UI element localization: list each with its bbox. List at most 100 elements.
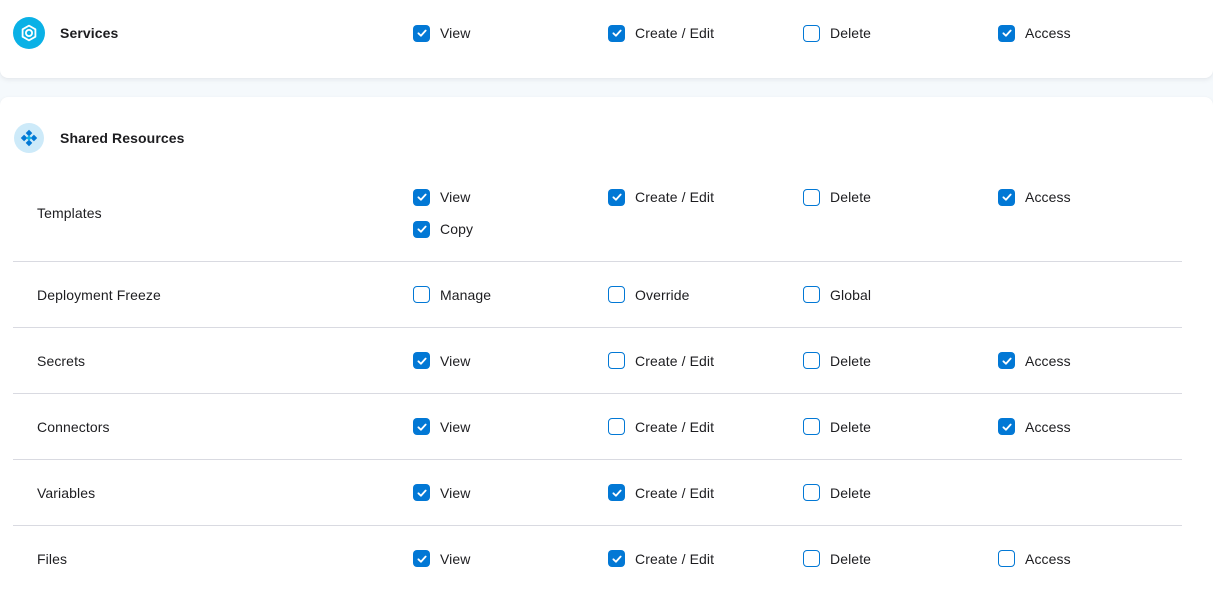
permission-global[interactable]: Global [803, 286, 871, 303]
permission-delete[interactable]: Delete [803, 189, 871, 206]
permission-view[interactable]: View [413, 189, 471, 206]
permission-label: Delete [830, 485, 871, 501]
checkbox-create-edit[interactable] [608, 418, 625, 435]
permission-label: Create / Edit [635, 25, 714, 41]
permission-label: View [440, 353, 471, 369]
permission-label: View [440, 189, 471, 205]
permission-label: Delete [830, 189, 871, 205]
permission-create-edit[interactable]: Create / Edit [608, 484, 714, 501]
checkbox-access[interactable] [998, 25, 1015, 42]
permission-create-edit[interactable]: Create / Edit [608, 189, 714, 206]
permission-create-edit[interactable]: Create / Edit [608, 352, 714, 369]
checkbox-manage[interactable] [413, 286, 430, 303]
shared-resources-icon [14, 123, 44, 153]
permission-line: View Create / Edit Delete Access [413, 181, 1193, 213]
checkbox-delete[interactable] [803, 189, 820, 206]
permission-delete[interactable]: Delete [803, 550, 871, 567]
permission-label: Access [1025, 419, 1071, 435]
checkbox-create-edit[interactable] [608, 25, 625, 42]
services-row-header: Services [13, 17, 413, 49]
checkbox-create-edit[interactable] [608, 550, 625, 567]
resource-row-label: Deployment Freeze [0, 287, 413, 303]
permission-label: Access [1025, 353, 1071, 369]
permission-delete[interactable]: Delete [803, 25, 871, 42]
resource-row-permissions: Manage Override Global [413, 279, 1193, 311]
shared-resources-title: Shared Resources [60, 130, 185, 146]
permission-line: Copy [413, 213, 1193, 245]
checkbox-delete[interactable] [803, 352, 820, 369]
checkbox-view[interactable] [413, 484, 430, 501]
permission-label: View [440, 25, 471, 41]
resource-row-templates: Templates View Create / Edit Delete Access Co… [0, 165, 1213, 261]
checkbox-access[interactable] [998, 352, 1015, 369]
checkbox-delete[interactable] [803, 550, 820, 567]
checkbox-view[interactable] [413, 189, 430, 206]
shared-resources-card: Shared Resources Templates View Create / E… [0, 97, 1213, 590]
checkbox-create-edit[interactable] [608, 352, 625, 369]
permission-access[interactable]: Access [998, 418, 1071, 435]
checkbox-view[interactable] [413, 550, 430, 567]
checkbox-view[interactable] [413, 25, 430, 42]
services-permissions: View Create / Edit Delete Access [413, 17, 1193, 49]
permission-access[interactable]: Access [998, 25, 1071, 42]
resource-row-deployment-freeze: Deployment Freeze Manage Override Global [0, 262, 1213, 327]
permission-create-edit[interactable]: Create / Edit [608, 418, 714, 435]
permission-line: View Create / Edit Delete Access [413, 345, 1193, 377]
checkbox-delete[interactable] [803, 418, 820, 435]
permission-create-edit[interactable]: Create / Edit [608, 550, 714, 567]
permission-view[interactable]: View [413, 352, 471, 369]
permission-manage[interactable]: Manage [413, 286, 491, 303]
permission-label: Create / Edit [635, 419, 714, 435]
resource-row-permissions: View Create / Edit Delete Access [413, 411, 1193, 443]
permission-view[interactable]: View [413, 550, 471, 567]
permission-label: Access [1025, 551, 1071, 567]
resource-row-label: Variables [0, 485, 413, 501]
permission-label: View [440, 551, 471, 567]
permission-view[interactable]: View [413, 418, 471, 435]
checkbox-access[interactable] [998, 550, 1015, 567]
checkbox-view[interactable] [413, 418, 430, 435]
checkbox-create-edit[interactable] [608, 189, 625, 206]
resource-row-permissions: View Create / Edit Delete Access [413, 345, 1193, 377]
checkbox-override[interactable] [608, 286, 625, 303]
checkbox-access[interactable] [998, 418, 1015, 435]
permission-label: View [440, 419, 471, 435]
resource-row-label: Secrets [0, 353, 413, 369]
resource-row-variables: VariablesView Create / Edit Delete [0, 460, 1213, 525]
services-card: Services View Create / Edit Delete Access [0, 0, 1213, 78]
permission-access[interactable]: Access [998, 189, 1071, 206]
permission-access[interactable]: Access [998, 550, 1071, 567]
permission-label: Manage [440, 287, 491, 303]
permission-label: Delete [830, 25, 871, 41]
permission-line: Manage Override Global [413, 279, 1193, 311]
permission-override[interactable]: Override [608, 286, 689, 303]
checkbox-delete[interactable] [803, 484, 820, 501]
resource-row-label: Connectors [0, 419, 413, 435]
permission-delete[interactable]: Delete [803, 418, 871, 435]
permission-delete[interactable]: Delete [803, 352, 871, 369]
checkbox-access[interactable] [998, 189, 1015, 206]
resource-row-label: Templates [0, 205, 413, 221]
services-row: Services View Create / Edit Delete Access [0, 17, 1213, 49]
resource-row-permissions: View Create / Edit Delete Access Copy [413, 181, 1193, 245]
checkbox-copy[interactable] [413, 221, 430, 238]
checkbox-create-edit[interactable] [608, 484, 625, 501]
checkbox-delete[interactable] [803, 25, 820, 42]
permission-label: Access [1025, 25, 1071, 41]
permission-label: Override [635, 287, 689, 303]
permission-create-edit[interactable]: Create / Edit [608, 25, 714, 42]
permission-label: Create / Edit [635, 189, 714, 205]
permission-label: Create / Edit [635, 485, 714, 501]
shared-resources-rows: Templates View Create / Edit Delete Access Co… [0, 165, 1213, 590]
checkbox-view[interactable] [413, 352, 430, 369]
services-icon [13, 17, 45, 49]
permission-copy[interactable]: Copy [413, 221, 473, 238]
permission-view[interactable]: View [413, 25, 471, 42]
permission-view[interactable]: View [413, 484, 471, 501]
checkbox-global[interactable] [803, 286, 820, 303]
permission-access[interactable]: Access [998, 352, 1071, 369]
permission-line: View Create / Edit Delete Access [413, 17, 1193, 49]
permission-label: Create / Edit [635, 551, 714, 567]
permission-line: View Create / Edit Delete [413, 477, 1193, 509]
permission-delete[interactable]: Delete [803, 484, 871, 501]
